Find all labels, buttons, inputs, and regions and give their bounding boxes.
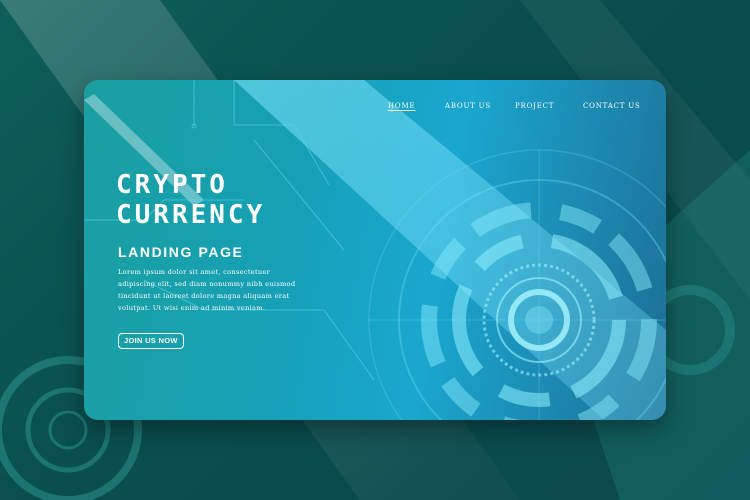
hero-title-line1: CRYPTO (116, 170, 228, 200)
hero-description: Lorem ipsum dolor sit amet, consectetuer… (118, 268, 296, 312)
top-navigation: HOME ABOUT US PROJECT CONTACT US (84, 102, 666, 118)
hero-subtitle: LANDING PAGE (118, 244, 244, 260)
nav-project[interactable]: PROJECT (515, 102, 554, 110)
nav-contact-us[interactable]: CONTACT US (583, 102, 641, 110)
hero-title-line2: CURRENCY (116, 200, 266, 230)
nav-home[interactable]: HOME (388, 102, 415, 110)
nav-about-us[interactable]: ABOUT US (445, 102, 491, 110)
hero-title: CRYPTO CURRENCY (116, 170, 265, 230)
join-us-button[interactable]: JOIN US NOW (118, 333, 184, 349)
landing-card: HOME ABOUT US PROJECT CONTACT US CRYPTO … (84, 80, 666, 420)
